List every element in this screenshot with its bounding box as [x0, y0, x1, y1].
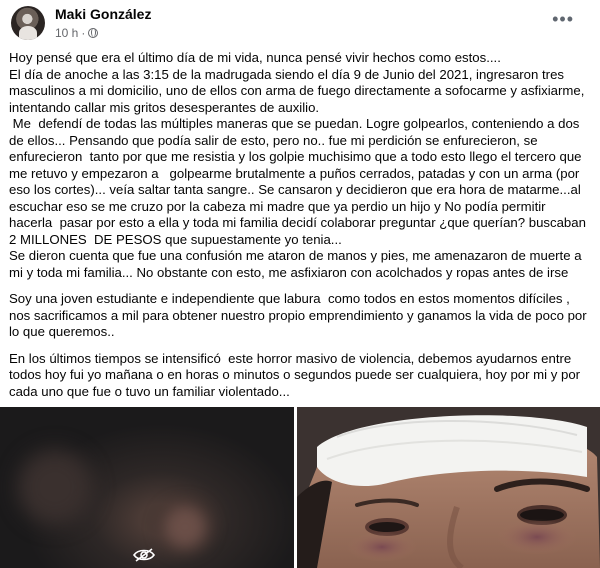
post-paragraph: En los últimos tiempos se intensificó es… — [9, 350, 584, 399]
post-header: Maki González 10 h · ••• — [0, 0, 600, 44]
photo-grid — [0, 407, 600, 568]
avatar[interactable] — [11, 6, 45, 40]
post-body: Hoy pensé que era el último día de mi vi… — [9, 50, 591, 410]
post-meta: 10 h · — [55, 26, 99, 40]
photo-image — [297, 407, 600, 568]
photo-injured-face[interactable] — [297, 407, 600, 568]
post-time[interactable]: 10 h — [55, 26, 78, 40]
photo-sensitive[interactable] — [0, 407, 294, 568]
post-paragraph: Hoy pensé que era el último día de mi vi… — [9, 50, 586, 280]
meta-separator: · — [81, 26, 86, 40]
post-paragraph: Soy una joven estudiante e independiente… — [9, 291, 591, 339]
author-name[interactable]: Maki González — [55, 6, 151, 22]
globe-icon[interactable] — [88, 28, 99, 38]
more-horizontal-icon[interactable]: ••• — [552, 10, 574, 28]
eye-off-icon[interactable] — [133, 548, 155, 562]
